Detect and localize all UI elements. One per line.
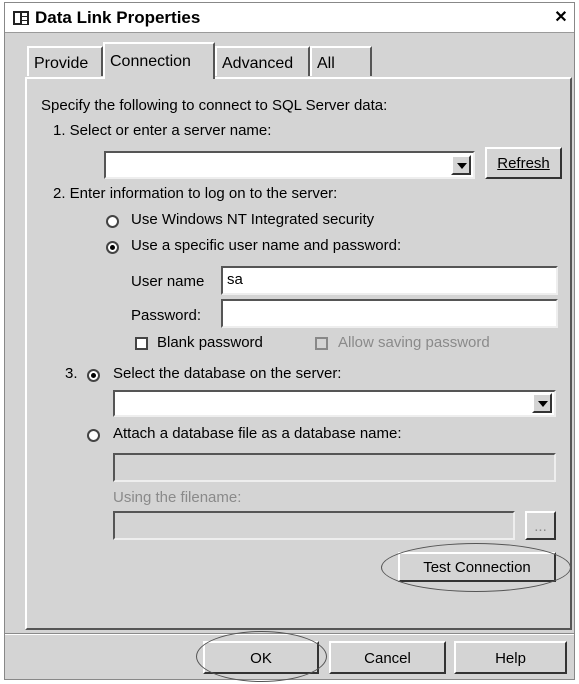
step3-prefix: 3. — [65, 365, 78, 382]
attach-database-name-input — [113, 453, 556, 482]
filename-input — [113, 511, 515, 540]
database-combobox[interactable] — [113, 390, 556, 417]
close-icon[interactable]: ✕ — [552, 9, 570, 26]
nt-security-radio[interactable] — [106, 215, 119, 228]
blank-password-label: Blank password — [157, 334, 263, 351]
refresh-label: Refresh — [497, 155, 550, 172]
username-input[interactable]: sa — [221, 266, 558, 295]
tab-all[interactable]: All — [310, 46, 372, 76]
blank-password-checkbox[interactable] — [135, 337, 148, 350]
data-link-icon — [13, 11, 29, 25]
password-input[interactable] — [221, 299, 558, 328]
tab-connection[interactable]: Connection — [103, 42, 215, 79]
username-label: User name — [131, 273, 205, 290]
step1-label: 1. Select or enter a server name: — [53, 122, 272, 139]
server-dropdown-icon[interactable] — [451, 155, 471, 175]
data-link-properties-dialog: Data Link Properties ✕ Provide Connectio… — [4, 2, 575, 682]
intro-text: Specify the following to connect to SQL … — [41, 97, 388, 114]
allow-saving-label: Allow saving password — [338, 334, 490, 351]
step2-label: 2. Enter information to log on to the se… — [53, 185, 338, 202]
cancel-button[interactable]: Cancel — [329, 641, 446, 674]
tab-advanced[interactable]: Advanced — [215, 46, 310, 76]
test-connection-button[interactable]: Test Connection — [398, 552, 556, 582]
window-title: Data Link Properties — [35, 8, 201, 27]
browse-button: ... — [525, 511, 556, 540]
ok-button[interactable]: OK — [203, 641, 319, 674]
specific-user-label: Use a specific user name and password: — [131, 237, 402, 254]
title-bar: Data Link Properties ✕ — [5, 3, 574, 33]
connection-panel: Specify the following to connect to SQL … — [25, 77, 572, 630]
database-dropdown-icon[interactable] — [532, 393, 552, 413]
help-button[interactable]: Help — [454, 641, 567, 674]
attach-database-radio[interactable] — [87, 429, 100, 442]
refresh-button[interactable]: Refresh — [485, 147, 562, 179]
footer-separator — [5, 633, 574, 635]
specific-user-radio[interactable] — [106, 241, 119, 254]
select-database-label: Select the database on the server: — [113, 365, 342, 382]
tab-provider[interactable]: Provide — [27, 46, 103, 76]
using-filename-label: Using the filename: — [113, 489, 242, 506]
attach-database-label: Attach a database file as a database nam… — [113, 425, 402, 442]
server-name-combobox[interactable] — [104, 151, 475, 179]
nt-security-label: Use Windows NT Integrated security — [131, 211, 375, 228]
select-database-radio[interactable] — [87, 369, 100, 382]
password-label: Password: — [131, 307, 202, 324]
allow-saving-checkbox — [315, 337, 328, 350]
